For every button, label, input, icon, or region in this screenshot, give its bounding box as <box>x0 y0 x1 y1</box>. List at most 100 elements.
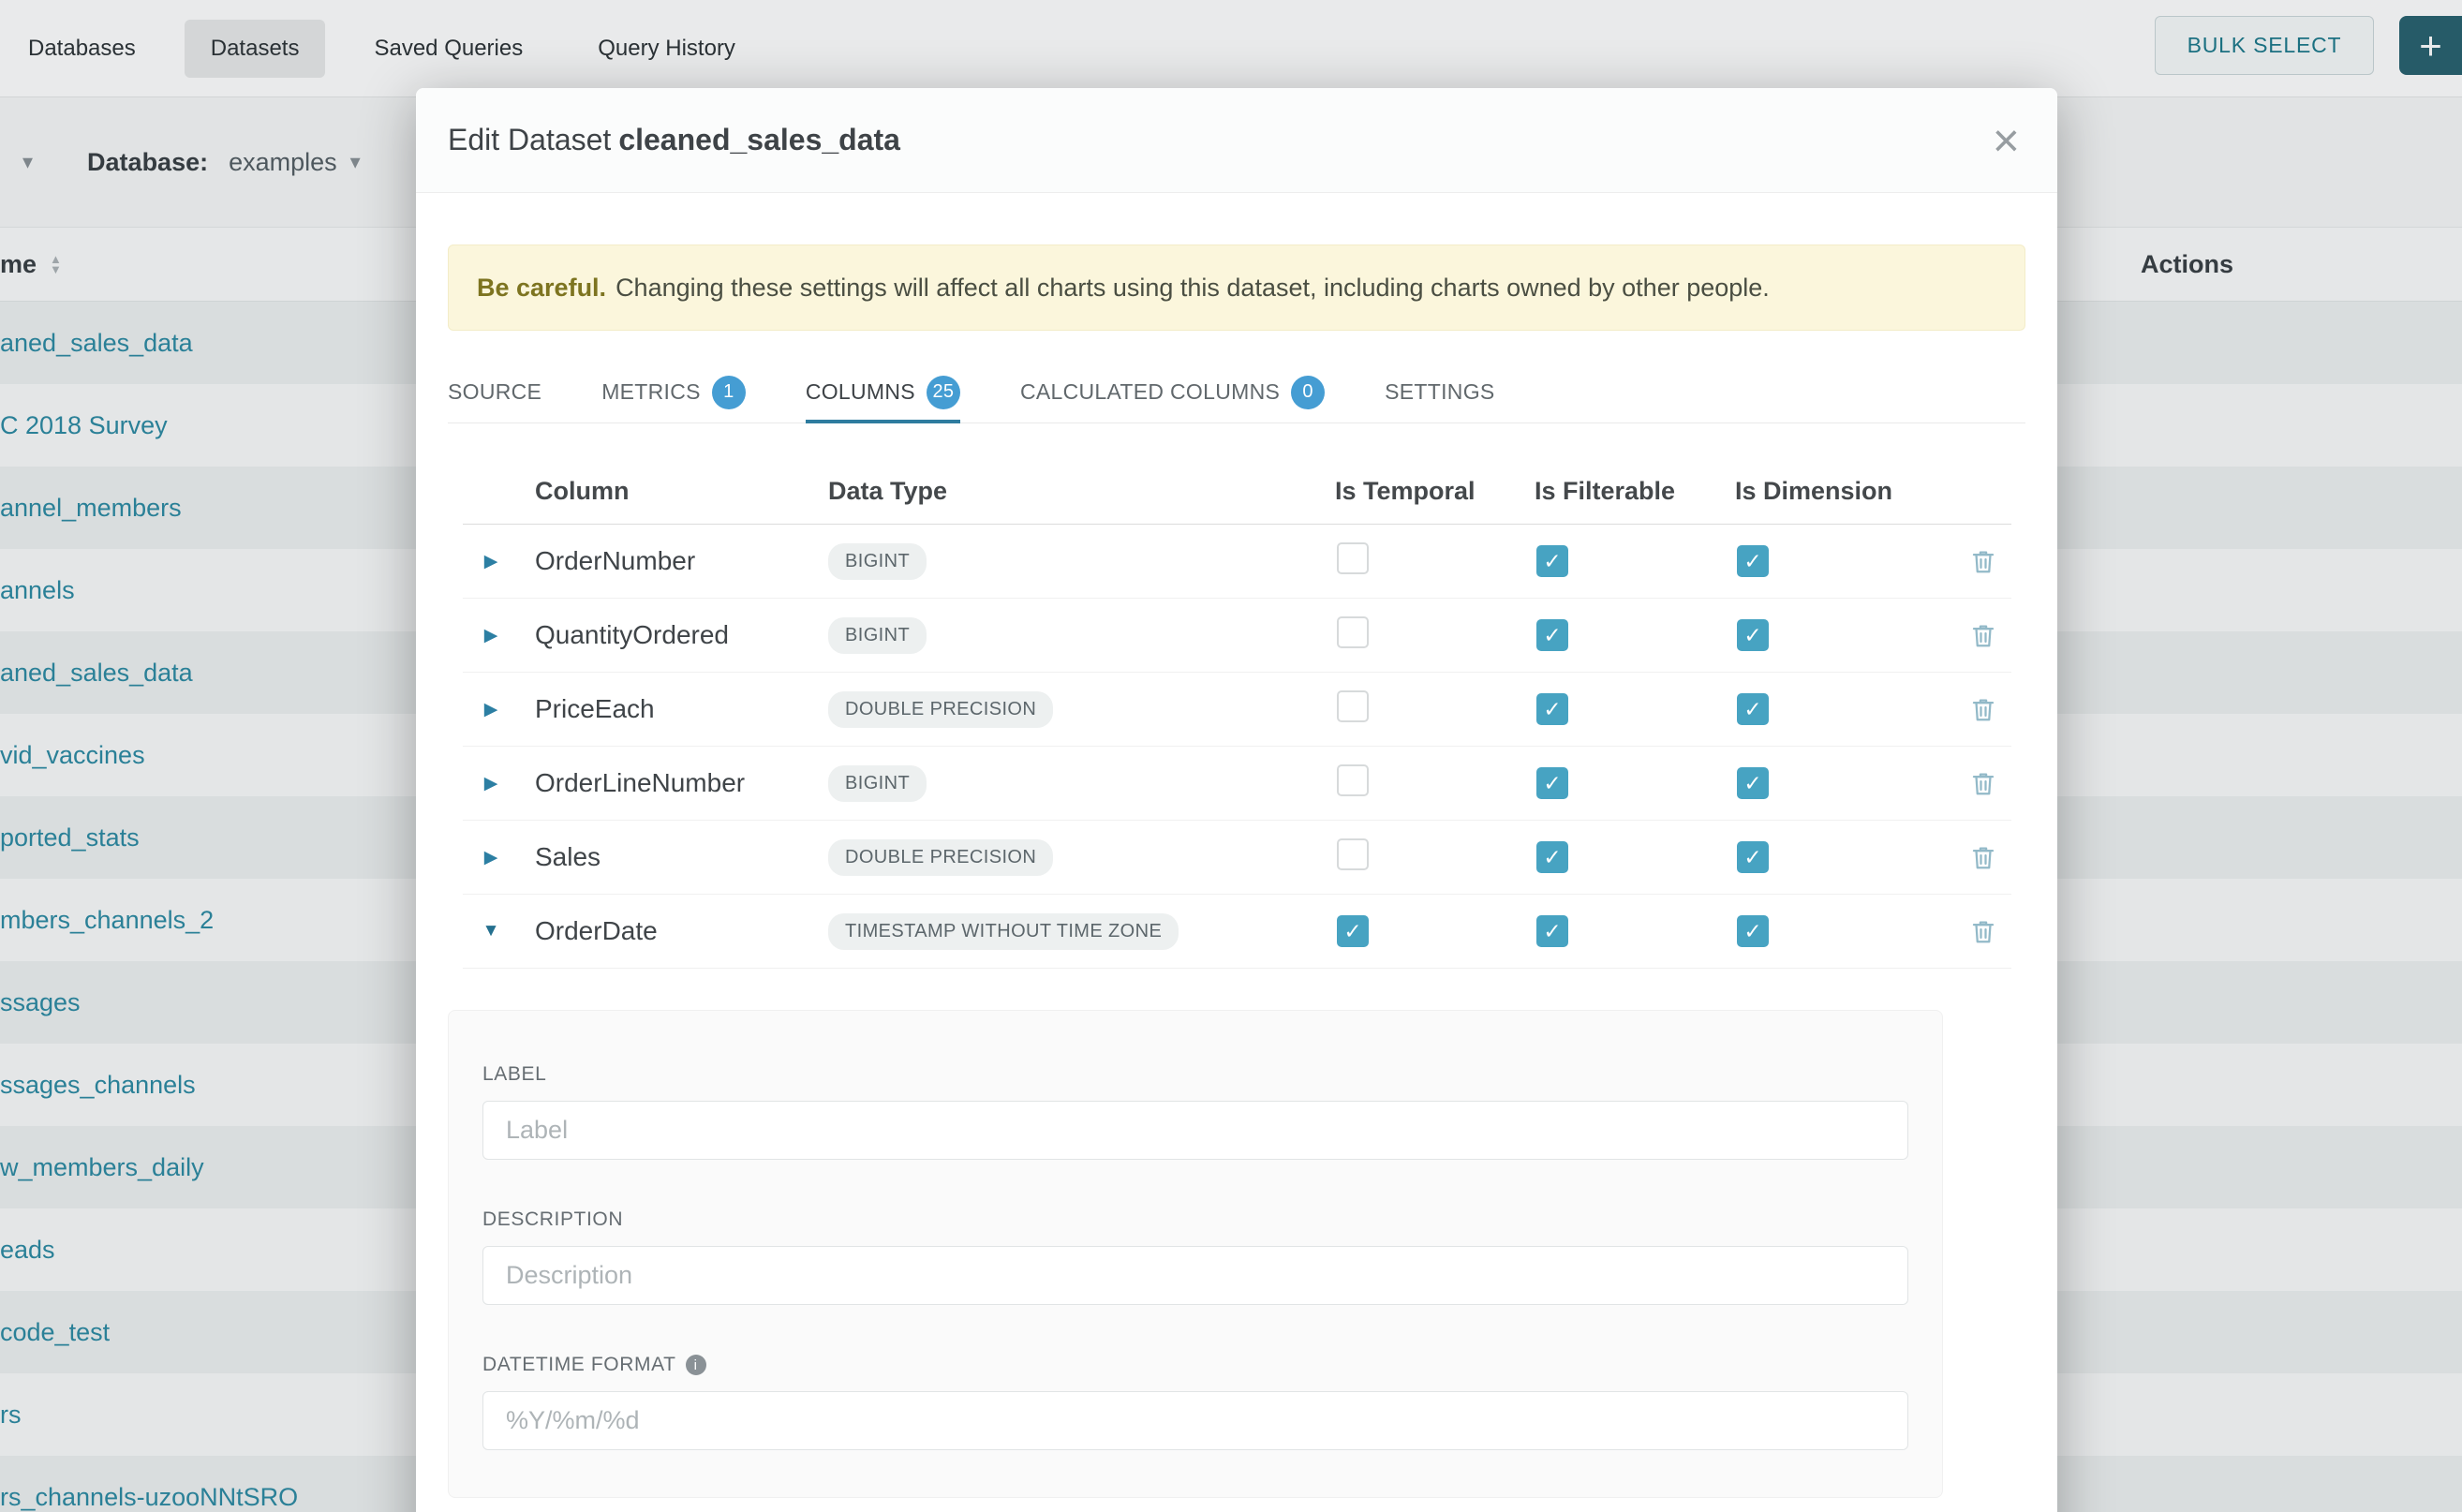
expand-caret-icon[interactable]: ▶ <box>463 699 519 720</box>
column-row: ▶PriceEachDOUBLE PRECISION ✓ ✓ <box>463 673 2011 747</box>
is-dimension-checkbox-cell: ✓ <box>1735 915 1955 948</box>
data-type-cell: DOUBLE PRECISION <box>828 839 1335 876</box>
delete-column-icon[interactable] <box>1955 621 2011 649</box>
tab-settings[interactable]: SETTINGS <box>1385 364 1494 423</box>
data-type-pill: BIGINT <box>828 617 927 654</box>
datetime-format-input[interactable] <box>482 1391 1908 1450</box>
is-temporal-checkbox[interactable]: ✓ <box>1337 915 1369 947</box>
expand-caret-icon[interactable]: ▶ <box>463 773 519 794</box>
is-temporal-header: Is Temporal <box>1335 477 1535 506</box>
is-dimension-checkbox-cell: ✓ <box>1735 693 1955 726</box>
data-type-cell: TIMESTAMP WITHOUT TIME ZONE <box>828 913 1335 950</box>
datasets-page: DatabasesDatasetsSaved QueriesQuery Hist… <box>0 0 2462 1512</box>
is-dimension-checkbox-cell: ✓ <box>1735 545 1955 578</box>
column-name: QuantityOrdered <box>519 620 828 650</box>
data-type-cell: DOUBLE PRECISION <box>828 691 1335 728</box>
data-type-cell: BIGINT <box>828 543 1335 580</box>
is-dimension-checkbox[interactable]: ✓ <box>1737 619 1769 651</box>
modal-tabs: SOURCE METRICS1 COLUMNS25 CALCULATED COLUMN… <box>448 364 2025 423</box>
column-detail-panel: LABEL DESCRIPTION DATETIME FORMAT i <box>448 1010 1943 1498</box>
is-temporal-checkbox-cell <box>1335 838 1535 877</box>
expand-caret-icon[interactable]: ▶ <box>463 551 519 572</box>
is-filterable-checkbox[interactable]: ✓ <box>1536 619 1568 651</box>
modal-title-prefix: Edit Dataset <box>448 123 611 156</box>
is-filterable-checkbox[interactable]: ✓ <box>1536 841 1568 873</box>
is-temporal-checkbox[interactable] <box>1337 690 1369 722</box>
is-temporal-checkbox-cell: ✓ <box>1335 915 1535 948</box>
is-filterable-checkbox-cell: ✓ <box>1535 841 1735 874</box>
is-temporal-checkbox-cell <box>1335 764 1535 803</box>
is-temporal-checkbox[interactable] <box>1337 616 1369 648</box>
tab-count-badge: 0 <box>1291 376 1325 409</box>
is-temporal-checkbox[interactable] <box>1337 764 1369 796</box>
description-field-group: DESCRIPTION <box>482 1208 1908 1305</box>
is-dimension-checkbox[interactable]: ✓ <box>1737 915 1769 947</box>
is-filterable-checkbox[interactable]: ✓ <box>1536 767 1568 799</box>
expand-caret-icon[interactable]: ▶ <box>463 847 519 868</box>
is-filterable-checkbox-cell: ✓ <box>1535 693 1735 726</box>
is-temporal-checkbox-cell <box>1335 616 1535 655</box>
column-row: ▶OrderLineNumberBIGINT ✓ ✓ <box>463 747 2011 821</box>
data-type-pill: DOUBLE PRECISION <box>828 691 1053 728</box>
is-dimension-checkbox[interactable]: ✓ <box>1737 693 1769 725</box>
tab-label: COLUMNS <box>806 379 915 405</box>
tab-label: METRICS <box>601 379 701 405</box>
is-filterable-checkbox-cell: ✓ <box>1535 767 1735 800</box>
warning-banner-bold: Be careful. <box>477 274 606 303</box>
info-icon[interactable]: i <box>686 1355 706 1375</box>
is-dimension-checkbox[interactable]: ✓ <box>1737 841 1769 873</box>
column-name: OrderLineNumber <box>519 768 828 798</box>
is-dimension-checkbox-cell: ✓ <box>1735 767 1955 800</box>
column-row: ▶OrderNumberBIGINT✓✓ <box>463 525 2011 599</box>
expand-caret-icon[interactable]: ▶ <box>463 625 519 646</box>
column-name: Sales <box>519 842 828 872</box>
data-type-cell: BIGINT <box>828 765 1335 802</box>
is-temporal-checkbox-cell <box>1335 542 1535 581</box>
data-type-pill: TIMESTAMP WITHOUT TIME ZONE <box>828 913 1179 950</box>
is-temporal-checkbox[interactable] <box>1337 542 1369 574</box>
delete-column-icon[interactable] <box>1955 695 2011 723</box>
description-field-label: DESCRIPTION <box>482 1208 1908 1231</box>
column-row: ▼OrderDateTIMESTAMP WITHOUT TIME ZONE✓✓✓ <box>463 895 2011 969</box>
is-filterable-checkbox[interactable]: ✓ <box>1536 915 1568 947</box>
label-field-label-text: LABEL <box>482 1063 546 1086</box>
column-name: PriceEach <box>519 694 828 724</box>
column-header: Column <box>519 477 828 506</box>
close-icon[interactable]: × <box>1993 117 2020 164</box>
collapse-caret-icon[interactable]: ▼ <box>463 921 519 941</box>
edit-dataset-modal: Edit Datasetcleaned_sales_data × Be care… <box>416 88 2057 1512</box>
label-input[interactable] <box>482 1101 1908 1160</box>
is-dimension-checkbox-cell: ✓ <box>1735 841 1955 874</box>
is-dimension-header: Is Dimension <box>1735 477 1955 506</box>
columns-table-body: ▶OrderNumberBIGINT✓✓▶QuantityOrderedBIGI… <box>416 525 2057 969</box>
modal-header: Edit Datasetcleaned_sales_data × <box>416 88 2057 193</box>
delete-column-icon[interactable] <box>1955 547 2011 575</box>
column-row: ▶QuantityOrderedBIGINT ✓ ✓ <box>463 599 2011 673</box>
is-temporal-checkbox[interactable] <box>1337 838 1369 870</box>
modal-title-dataset-name: cleaned_sales_data <box>618 123 900 156</box>
datetime-format-field-label-text: DATETIME FORMAT <box>482 1354 676 1376</box>
tab-label: SOURCE <box>448 379 541 405</box>
columns-table-header: Column Data Type Is Temporal Is Filterab… <box>463 458 2011 525</box>
delete-column-icon[interactable] <box>1955 917 2011 945</box>
label-field-label: LABEL <box>482 1063 1908 1086</box>
warning-banner-text: Changing these settings will affect all … <box>616 274 1770 303</box>
data-type-pill: BIGINT <box>828 765 927 802</box>
is-filterable-checkbox[interactable]: ✓ <box>1536 545 1568 577</box>
tab-columns[interactable]: COLUMNS25 <box>806 364 960 423</box>
tab-calculated-columns[interactable]: CALCULATED COLUMNS 0 <box>1020 364 1325 423</box>
tab-label: CALCULATED COLUMNS <box>1020 379 1280 405</box>
tab-source[interactable]: SOURCE <box>448 364 541 423</box>
description-field-label-text: DESCRIPTION <box>482 1208 623 1231</box>
delete-column-icon[interactable] <box>1955 769 2011 797</box>
is-dimension-checkbox-cell: ✓ <box>1735 619 1955 652</box>
tab-label: SETTINGS <box>1385 379 1494 405</box>
delete-column-icon[interactable] <box>1955 843 2011 871</box>
is-dimension-checkbox[interactable]: ✓ <box>1737 545 1769 577</box>
description-input[interactable] <box>482 1246 1908 1305</box>
is-filterable-checkbox-cell: ✓ <box>1535 545 1735 578</box>
data-type-cell: BIGINT <box>828 617 1335 654</box>
is-filterable-checkbox[interactable]: ✓ <box>1536 693 1568 725</box>
tab-metrics[interactable]: METRICS1 <box>601 364 746 423</box>
is-dimension-checkbox[interactable]: ✓ <box>1737 767 1769 799</box>
